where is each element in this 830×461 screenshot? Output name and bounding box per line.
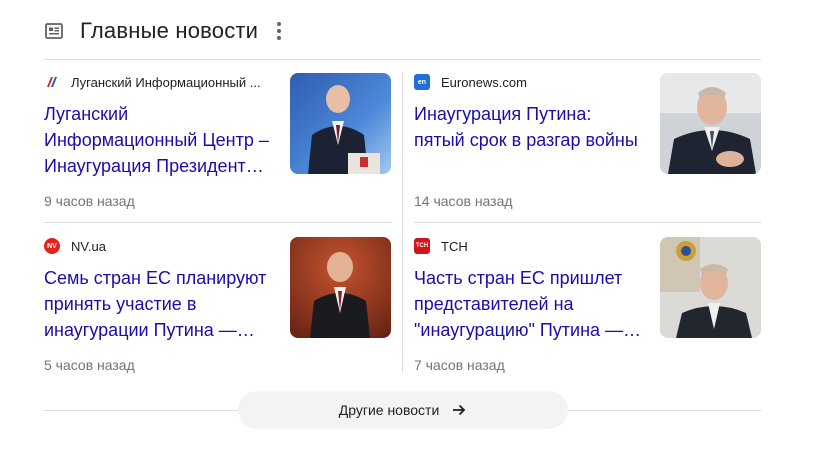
newspaper-icon [44, 21, 64, 41]
column-divider [402, 72, 403, 372]
section-title: Главные новости [80, 18, 259, 43]
source-name: ТСН [441, 238, 468, 254]
source-line: en Euronews.com [414, 74, 527, 90]
headline-link[interactable]: Инаугурация Путина: пятый срок в разгар … [414, 101, 644, 153]
news-card[interactable]: ТСН ТСН Часть стран ЕС пришлет представи… [414, 237, 761, 387]
tsn-favicon-icon: ТСН [414, 238, 430, 254]
arrow-right-icon [451, 402, 467, 418]
article-thumbnail[interactable] [660, 73, 761, 174]
euronews-favicon-icon: en [414, 74, 430, 90]
article-thumbnail[interactable] [660, 237, 761, 338]
source-line: ТСН ТСН [414, 238, 468, 254]
news-card[interactable]: en Euronews.com Инаугурация Путина: пяты… [414, 73, 761, 223]
timestamp: 7 часов назад [414, 357, 505, 373]
source-name: Euronews.com [441, 74, 527, 90]
more-news-label: Другие новости [338, 402, 440, 418]
timestamp: 5 часов назад [44, 357, 135, 373]
headline-link[interactable]: Семь стран ЕС планируют принять участие … [44, 265, 274, 343]
source-line: Луганский Информационный ... [44, 74, 261, 90]
article-thumbnail[interactable] [290, 73, 391, 174]
divider [44, 59, 761, 60]
source-name: Луганский Информационный ... [71, 74, 261, 90]
more-options-icon[interactable] [276, 22, 282, 40]
news-card[interactable]: Луганский Информационный ... Луганский И… [44, 73, 391, 223]
more-news-button[interactable]: Другие новости [238, 391, 568, 429]
section-header: Главные новости [44, 14, 344, 48]
lic-favicon-icon [44, 74, 60, 90]
timestamp: 14 часов назад [414, 193, 513, 209]
source-name: NV.ua [71, 238, 106, 254]
source-line: NV NV.ua [44, 238, 106, 254]
headline-link[interactable]: Часть стран ЕС пришлет представителей на… [414, 265, 644, 343]
article-thumbnail[interactable] [290, 237, 391, 338]
headline-link[interactable]: Луганский Информационный Центр – Инаугур… [44, 101, 274, 179]
nv-favicon-icon: NV [44, 238, 60, 254]
timestamp: 9 часов назад [44, 193, 135, 209]
news-card[interactable]: NV NV.ua Семь стран ЕС планируют принять… [44, 237, 391, 387]
